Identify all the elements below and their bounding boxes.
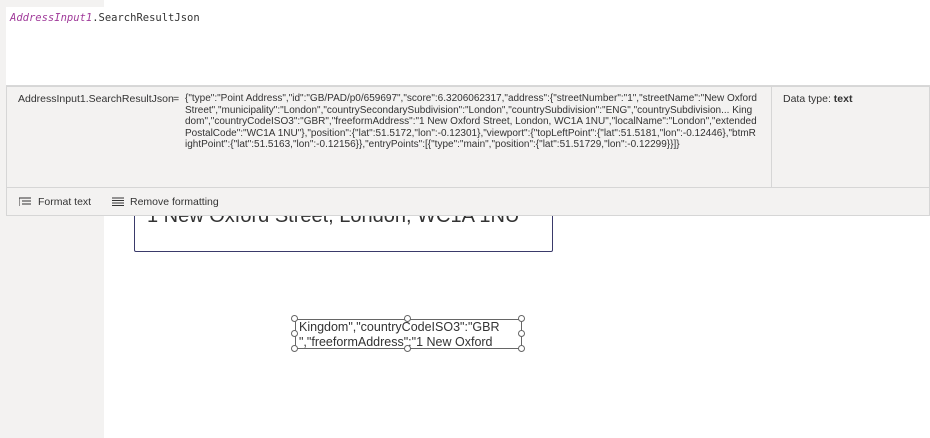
result-row: AddressInput1.SearchResultJson = {"type"… [7,87,929,188]
remove-formatting-icon [112,197,124,206]
resize-handle-bottom-center[interactable] [404,345,411,352]
resize-handle-bottom-right[interactable] [518,345,525,352]
resize-handle-middle-right[interactable] [518,330,525,337]
format-text-label: Format text [38,196,92,208]
result-expression-name: AddressInput1.SearchResultJson [18,93,174,105]
result-equals-sign: = [173,93,180,105]
format-text-button[interactable]: Format text [19,194,91,210]
resize-handle-top-right[interactable] [518,315,525,322]
resize-handle-top-left[interactable] [291,315,298,322]
result-value-text: {"type":"Point Address","id":"GB/PAD/p0/… [185,93,757,151]
formula-toolbar: Format text Remove formatting [7,188,929,216]
remove-formatting-label: Remove formatting [130,196,219,208]
formula-control-name: AddressInput1 [10,12,93,24]
data-type-label: Data type: [783,93,831,105]
formula-expression[interactable]: AddressInput1.SearchResultJson [10,12,200,24]
remove-formatting-button[interactable]: Remove formatting [112,194,219,210]
resize-handle-bottom-left[interactable] [291,345,298,352]
data-type-value: text [833,93,853,105]
formula-property-name: .SearchResultJson [92,12,200,24]
resize-handle-middle-left[interactable] [291,330,298,337]
result-divider [771,87,772,187]
data-type-indicator: Data type: text [783,93,852,105]
formula-bar[interactable]: AddressInput1.SearchResultJson [6,7,930,86]
resize-handle-top-center[interactable] [404,315,411,322]
format-text-icon [19,197,31,206]
formula-result-panel: AddressInput1.SearchResultJson = {"type"… [6,86,930,216]
